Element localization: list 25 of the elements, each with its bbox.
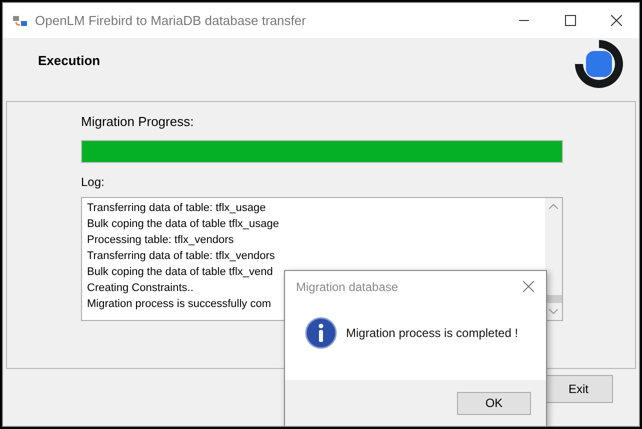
log-line: Transferring data of table: tflx_usage [87, 200, 266, 216]
minimize-icon [519, 20, 529, 21]
log-line: Creating Constraints.. [87, 280, 194, 296]
log-line: Bulk coping the data of table tflx_vend [87, 264, 273, 280]
log-label: Log: [81, 174, 106, 190]
maximize-icon [564, 15, 576, 26]
dialog-close-button[interactable] [520, 278, 536, 294]
app-icon [13, 14, 27, 26]
close-icon [610, 15, 622, 26]
log-line: Processing table: tflx_vendors [87, 232, 234, 248]
log-line: Transferring data of table: tflx_vendors [87, 248, 275, 264]
log-line: Migration process is successfully com [87, 296, 272, 312]
info-icon [305, 317, 337, 349]
scroll-up-icon [549, 204, 558, 208]
close-icon [522, 281, 534, 292]
dialog-message: Migration process is completed ! [346, 325, 518, 342]
exit-button[interactable]: Exit [544, 375, 613, 403]
dialog-title: Migration database [296, 278, 398, 296]
progress-label: Migration Progress: [81, 113, 195, 131]
log-line: Bulk coping the data of table tflx_usage [87, 216, 280, 232]
scrollbar[interactable] [545, 198, 562, 320]
ok-button[interactable]: OK [457, 392, 531, 414]
page-heading: Execution [38, 52, 100, 70]
scroll-down-icon [549, 308, 558, 314]
window-title: OpenLM Firebird to MariaDB database transfer [35, 12, 306, 30]
